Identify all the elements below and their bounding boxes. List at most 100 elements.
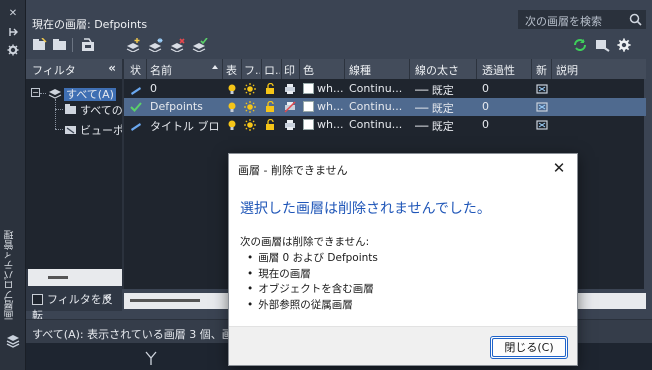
tree-item-used-layers[interactable]: すべての使用画層 xyxy=(80,102,122,118)
new-group-filter-icon[interactable] xyxy=(52,38,68,52)
layer-color[interactable]: wh... xyxy=(303,100,343,113)
filter-header: フィルタ « xyxy=(26,59,122,79)
auto-hide-icon[interactable] xyxy=(6,26,20,38)
table-row[interactable]: タイトル ブロ... wh... Continu... ── 既定 0 xyxy=(124,116,646,134)
col-color[interactable]: 色 xyxy=(303,62,314,78)
new-vp-freeze-icon[interactable] xyxy=(536,83,548,95)
printer-icon[interactable] xyxy=(284,83,296,95)
layer-states-manager-icon[interactable] xyxy=(80,38,96,52)
unlock-icon[interactable] xyxy=(264,83,276,95)
list-item: 外部参照の従属画層 xyxy=(247,297,378,313)
status-text: すべて(A): 表示されている画層 3 個、画層 xyxy=(32,328,244,341)
scroll-thumb[interactable] xyxy=(48,276,68,279)
col-lineweight[interactable]: 線の太さ xyxy=(415,62,459,78)
ucs-y-axis-icon xyxy=(145,351,157,365)
filter-viewport-override-icon xyxy=(65,126,76,134)
tree-item-viewport-override[interactable]: ビューポート優先 xyxy=(80,122,122,138)
close-icon[interactable]: ✕ xyxy=(551,160,567,176)
layer-status-icon xyxy=(131,123,141,131)
filter-panel: フィルタ « − すべて(A) すべての使用画層 ビューポート優先 フィルタを反… xyxy=(26,59,122,322)
dialog-titlebar: 画層 - 削除できません ✕ xyxy=(229,154,577,184)
collapse-tree-button[interactable]: « xyxy=(104,290,112,304)
new-vp-freeze-icon[interactable] xyxy=(536,119,548,131)
collapse-filter-button[interactable]: « xyxy=(108,61,116,75)
close-icon[interactable]: ✕ xyxy=(6,8,20,20)
sun-thawed-icon[interactable] xyxy=(244,101,256,113)
layer-lineweight[interactable]: ── 既定 xyxy=(415,118,454,134)
layer-translator-icon[interactable] xyxy=(594,38,610,52)
color-swatch xyxy=(303,83,314,94)
lightbulb-on-icon[interactable] xyxy=(226,101,238,113)
close-button[interactable]: 閉じる(C) xyxy=(490,336,568,359)
layer-name[interactable]: タイトル ブロ... xyxy=(150,118,220,134)
layer-transparency[interactable]: 0 xyxy=(482,82,489,95)
table-row[interactable]: 0 wh... Continu... ── 既定 0 xyxy=(124,80,646,98)
col-plot[interactable]: 印 xyxy=(284,62,295,78)
layer-color[interactable]: wh... xyxy=(303,118,343,131)
tree-expand-toggle[interactable]: − xyxy=(31,88,40,97)
palette-title: 画層プロパティ管理 xyxy=(5,230,16,320)
layer-name[interactable]: Defpoints xyxy=(150,100,203,113)
new-layer-icon[interactable] xyxy=(126,38,142,52)
unlock-icon[interactable] xyxy=(264,101,276,113)
col-status[interactable]: 状 xyxy=(130,62,141,78)
new-property-filter-icon[interactable] xyxy=(32,38,48,52)
refresh-icon[interactable] xyxy=(572,38,588,52)
col-name[interactable]: 名前 xyxy=(150,62,172,78)
layer-color[interactable]: wh... xyxy=(303,82,343,95)
col-new-vp-freeze[interactable]: 新 xyxy=(536,62,547,78)
dialog-footer: 閉じる(C) xyxy=(229,326,577,365)
no-plot-icon[interactable] xyxy=(284,101,296,113)
layer-transparency[interactable]: 0 xyxy=(482,100,489,113)
color-swatch xyxy=(303,101,314,112)
lightbulb-on-icon[interactable] xyxy=(226,83,238,95)
col-freeze[interactable]: フ.. xyxy=(244,62,260,78)
unlock-icon[interactable] xyxy=(264,119,276,131)
layer-lineweight[interactable]: ── 既定 xyxy=(415,82,454,98)
filter-tree: − すべて(A) すべての使用画層 ビューポート優先 xyxy=(26,79,122,269)
search-icon[interactable] xyxy=(629,13,642,26)
scroll-thumb[interactable] xyxy=(130,299,200,302)
delete-layer-icon[interactable] xyxy=(170,38,186,52)
color-swatch xyxy=(303,119,314,130)
list-item: 画層 0 および Defpoints xyxy=(247,250,378,266)
reason-list: 画層 0 および Defpoints 現在の画層 オブジェクトを含む画層 外部参… xyxy=(247,250,378,312)
lightbulb-on-icon[interactable] xyxy=(226,119,238,131)
col-transparency[interactable]: 透過性 xyxy=(482,62,515,78)
filter-used-layers-icon xyxy=(65,104,76,114)
printer-icon[interactable] xyxy=(284,119,296,131)
layer-name[interactable]: 0 xyxy=(150,82,157,95)
layer-linetype[interactable]: Continu... xyxy=(349,82,407,95)
filter-header-label: フィルタ xyxy=(32,64,76,77)
sun-thawed-icon[interactable] xyxy=(244,119,256,131)
dialog-title: 画層 - 削除できません xyxy=(238,164,348,177)
col-lock[interactable]: ロ.. xyxy=(264,62,280,78)
cannot-delete-dialog: 画層 - 削除できません ✕ 選択した画層は削除されませんでした。 次の画層は削… xyxy=(228,153,578,366)
new-vp-freeze-icon[interactable] xyxy=(536,101,548,113)
col-description[interactable]: 説明 xyxy=(556,62,578,78)
col-linetype[interactable]: 線種 xyxy=(349,62,371,78)
table-row[interactable]: Defpoints wh... Continu... ── 既定 0 xyxy=(124,98,646,116)
sun-thawed-icon[interactable] xyxy=(244,83,256,95)
col-on[interactable]: 表 xyxy=(226,62,237,78)
layer-linetype[interactable]: Continu... xyxy=(349,100,407,113)
list-item: オブジェクトを含む画層 xyxy=(247,281,378,297)
list-item: 現在の画層 xyxy=(247,266,378,282)
new-layer-frozen-vp-icon[interactable] xyxy=(148,38,164,52)
tree-item-all[interactable]: すべて(A) xyxy=(64,86,122,102)
dialog-content: 次の画層は削除できません: xyxy=(240,236,370,248)
checkbox-box[interactable] xyxy=(32,294,43,305)
settings-icon[interactable] xyxy=(616,38,632,52)
search-layer-input[interactable]: 次の画層を検索 xyxy=(518,10,646,29)
settings-icon[interactable] xyxy=(6,44,20,56)
filter-all-icon xyxy=(48,89,62,99)
filter-horizontal-scrollbar[interactable] xyxy=(28,269,122,286)
layer-lineweight[interactable]: ── 既定 xyxy=(415,100,454,116)
table-header: 状 名前 表 フ.. ロ.. 印 色 線種 線の太さ 透過性 新 説明 xyxy=(124,59,646,79)
sort-ascending-icon xyxy=(212,65,218,69)
layer-linetype[interactable]: Continu... xyxy=(349,118,407,131)
current-layer-check-icon xyxy=(130,102,142,112)
palette-side-strip: ✕ 画層プロパティ管理 xyxy=(0,0,26,370)
layer-transparency[interactable]: 0 xyxy=(482,118,489,131)
set-current-icon[interactable] xyxy=(192,38,208,52)
